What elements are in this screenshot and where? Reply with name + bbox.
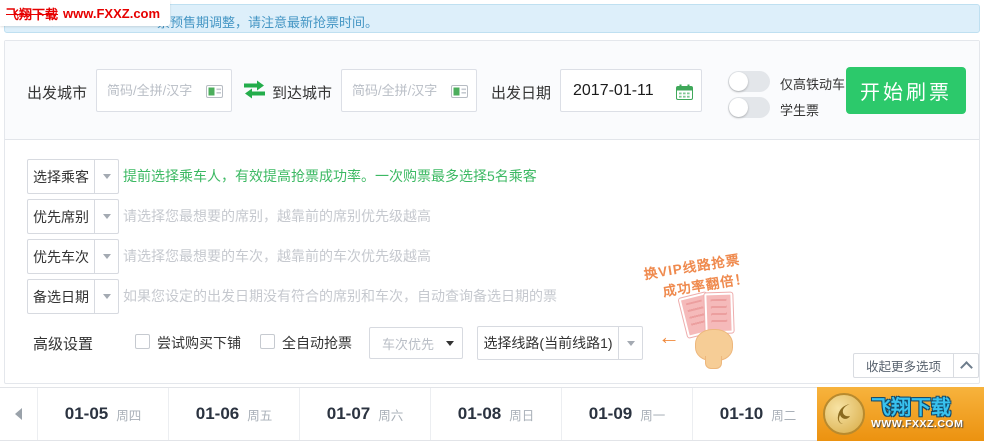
weekday-value: 周日 [509,405,534,424]
select-passengers-button[interactable]: 选择乘客 [27,159,119,194]
dropdown-arrow[interactable] [618,327,642,359]
arrive-city-input[interactable] [342,70,452,111]
alt-dates-hint: 如果您设定的出发日期没有符合的席别和车次，自动查询备选日期的票 [123,279,557,314]
watermark-bottom: 飞翔下载 WWW.FXXZ.COM [817,387,984,441]
watermark-top-url: www.FXXZ.com [63,6,160,21]
date-tab[interactable]: 01-10 周二 [693,388,824,440]
depart-city-input[interactable] [97,70,207,111]
watermark-bottom-site: 飞翔下载 [871,398,963,419]
depart-city-field [96,69,232,112]
arrive-city-field [341,69,477,112]
date-tab[interactable]: 01-08 周日 [431,388,562,440]
option-row-alt-dates: 备选日期 如果您设定的出发日期没有符合的席别和车次，自动查询备选日期的票 [5,279,979,315]
date-tab[interactable]: 01-06 周五 [169,388,300,440]
weekday-value: 周一 [640,405,665,424]
depart-date-input[interactable] [561,70,677,111]
weekday-value: 周四 [116,405,141,424]
date-value: 01-10 [720,404,763,424]
date-value: 01-07 [327,404,370,424]
depart-date-label: 出发日期 [491,82,551,103]
seat-priority-button[interactable]: 优先席别 [27,199,119,234]
passengers-hint: 提前选择乘车人，有效提高抢票成功率。一次购票最多选择5名乘客 [123,159,537,194]
highspeed-only-label: 仅高铁动车 [780,74,845,93]
date-value: 01-08 [458,404,501,424]
notice-text: 票预售期调整，请注意最新抢票时间。 [157,12,378,31]
watermark-top-site: 飞翔下载 [6,4,58,23]
seat-priority-label: 优先席别 [28,200,94,233]
highspeed-only-toggle[interactable] [728,71,770,92]
select-route-button[interactable]: 选择线路(当前线路1) [477,326,643,360]
date-prev-button[interactable] [0,388,38,440]
fxxz-logo-icon [823,393,865,435]
priority-mode-select[interactable]: 车次优先 [369,327,463,359]
ticket-icon [704,293,733,334]
app-window: 票预售期调整，请注意最新抢票时间。 飞翔下载 www.FXXZ.com 出发城市 [0,0,984,441]
main-panel: 出发城市 到达城市 [4,40,980,384]
select-arrow-icon [446,341,454,346]
lower-berth-label: 尝试购买下铺 [157,333,241,353]
advanced-settings-label: 高级设置 [33,333,93,354]
student-ticket-toggle[interactable] [728,97,770,118]
hand-illustration [695,329,733,361]
alt-dates-label: 备选日期 [28,280,94,313]
collapse-options-label: 收起更多选项 [854,354,953,377]
date-value: 01-05 [65,404,108,424]
swap-cities-icon[interactable] [242,80,267,104]
train-priority-hint: 请选择您最想要的车次，越靠前的车次优先级越高 [123,239,431,274]
alt-dates-button[interactable]: 备选日期 [27,279,119,314]
select-passengers-label: 选择乘客 [28,160,94,193]
dropdown-arrow[interactable] [94,200,118,233]
date-tab[interactable]: 01-09 周一 [562,388,693,440]
chevron-up-icon[interactable] [953,354,978,377]
dropdown-arrow[interactable] [94,280,118,313]
option-row-train-priority: 优先车次 请选择您最想要的车次，越靠前的车次优先级越高 [5,239,979,275]
code-card-icon[interactable] [451,85,468,103]
toggle-knob [729,72,748,91]
promo-left-arrow-icon: ← [658,324,680,350]
train-priority-label: 优先车次 [28,240,94,273]
option-row-seat-priority: 优先席别 请选择您最想要的席别，越靠前的席别优先级越高 [5,199,979,235]
calendar-icon[interactable] [676,84,693,105]
date-tab[interactable]: 01-05 周四 [38,388,169,440]
select-route-label: 选择线路(当前线路1) [478,327,618,359]
toggle-knob [729,98,748,117]
arrive-city-label: 到达城市 [272,82,332,103]
weekday-value: 周六 [378,405,403,424]
date-value: 01-09 [589,404,632,424]
date-value: 01-06 [196,404,239,424]
auto-grab-checkbox[interactable] [260,334,275,349]
depart-city-label: 出发城市 [27,82,87,103]
priority-mode-value: 车次优先 [370,334,446,353]
start-refresh-button[interactable]: 开始刷票 [846,67,966,114]
watermark-top: 飞翔下载 www.FXXZ.com [0,0,170,26]
option-row-passengers: 选择乘客 提前选择乘车人，有效提高抢票成功率。一次购票最多选择5名乘客 [5,159,979,195]
weekday-value: 周二 [771,405,796,424]
student-ticket-label: 学生票 [780,100,819,119]
lower-berth-checkbox[interactable] [135,334,150,349]
code-card-icon[interactable] [206,85,223,103]
search-form: 出发城市 到达城市 [5,41,979,140]
dropdown-arrow[interactable] [94,240,118,273]
date-tab[interactable]: 01-07 周六 [300,388,431,440]
auto-grab-label: 全自动抢票 [282,333,352,353]
seat-priority-hint: 请选择您最想要的席别，越靠前的席别优先级越高 [123,199,431,234]
dropdown-arrow[interactable] [94,160,118,193]
depart-date-field [560,69,702,112]
weekday-value: 周五 [247,405,272,424]
watermark-bottom-url: WWW.FXXZ.COM [871,419,963,430]
train-priority-button[interactable]: 优先车次 [27,239,119,274]
collapse-options-button[interactable]: 收起更多选项 [853,353,979,378]
